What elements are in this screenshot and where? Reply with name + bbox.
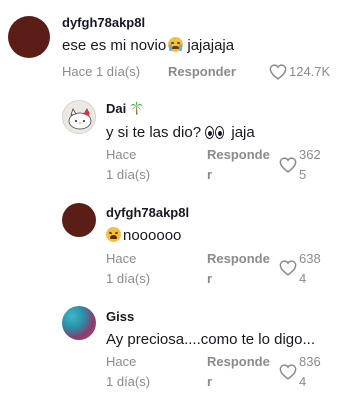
- like-count: 362 5: [299, 145, 321, 185]
- reply-button[interactable]: Responde r: [207, 249, 270, 289]
- like-count-line: 362: [299, 147, 321, 162]
- heart-icon[interactable]: [279, 364, 297, 380]
- crying-face-emoji-icon: [168, 37, 184, 52]
- avatar[interactable]: [62, 100, 96, 134]
- comment-username[interactable]: dyfgh78akp8l: [62, 15, 145, 30]
- reply-button[interactable]: Responde r: [207, 145, 270, 185]
- heart-icon[interactable]: [269, 64, 287, 80]
- comment-time: Hace 1 día(s): [62, 64, 141, 79]
- comment-time-line: 1 día(s): [106, 167, 151, 182]
- comment-text: y si te las dio? jaja: [106, 124, 255, 143]
- hello-kitty-avatar-icon: [68, 108, 92, 130]
- comment-text-part: jaja: [227, 124, 255, 141]
- eyes-emoji-icon: [205, 126, 225, 143]
- comment-time-line: Hace: [106, 354, 137, 369]
- avatar[interactable]: [62, 306, 96, 340]
- like-count-line: 836: [299, 354, 321, 369]
- comment-time: Hace 1 día(s): [106, 352, 150, 392]
- comment-text-part: ese es mi novio: [62, 37, 167, 54]
- comment-username[interactable]: Giss: [106, 309, 134, 324]
- comment-username[interactable]: dyfgh78akp8l: [106, 205, 189, 220]
- comment-time: Hace 1 día(s): [106, 249, 150, 289]
- like-count-line: 4: [299, 271, 307, 286]
- comment-text-part: jajajaja: [183, 37, 235, 54]
- comment-text: noooooo: [106, 227, 181, 244]
- reply-label-line: Responde: [207, 354, 270, 369]
- like-count: 638 4: [299, 249, 321, 289]
- comment-time: Hace 1 día(s): [106, 145, 150, 185]
- tired-face-emoji-icon: [106, 227, 121, 242]
- like-count: 836 4: [299, 352, 321, 392]
- comment-time-line: Hace: [106, 147, 137, 162]
- reply-button[interactable]: Responder: [168, 62, 236, 82]
- reply-label-line: Responde: [207, 251, 270, 266]
- reply-button[interactable]: Responde r: [207, 352, 270, 392]
- heart-icon[interactable]: [279, 260, 297, 276]
- avatar[interactable]: [62, 203, 96, 237]
- reply-label-line: r: [207, 167, 213, 182]
- comment-text-part: y si te las dio?: [106, 124, 206, 141]
- palm-tree-icon: [130, 101, 143, 115]
- comment-time-line: 1 día(s): [106, 271, 151, 286]
- comment-text: ese es mi novio jajajaja: [62, 37, 234, 54]
- heart-icon[interactable]: [279, 157, 297, 173]
- reply-label-line: Responde: [207, 147, 270, 162]
- like-count-line: 638: [299, 251, 321, 266]
- reply-label-line: r: [207, 271, 213, 286]
- username-text: Dai: [106, 101, 127, 116]
- comment-time-line: Hace: [106, 251, 137, 266]
- comment-text-part: noooooo: [123, 227, 182, 244]
- like-count-line: 5: [299, 167, 307, 182]
- comment-text: Ay preciosa....como te lo digo...: [106, 331, 315, 348]
- like-count-line: 4: [299, 374, 307, 389]
- comment-time-line: 1 día(s): [106, 374, 151, 389]
- like-count: 124.7K: [289, 64, 331, 79]
- avatar[interactable]: [8, 16, 50, 58]
- reply-label-line: r: [207, 374, 213, 389]
- comment-username[interactable]: Dai: [106, 101, 143, 116]
- comment-text-part: Ay preciosa....como te lo digo...: [106, 331, 315, 348]
